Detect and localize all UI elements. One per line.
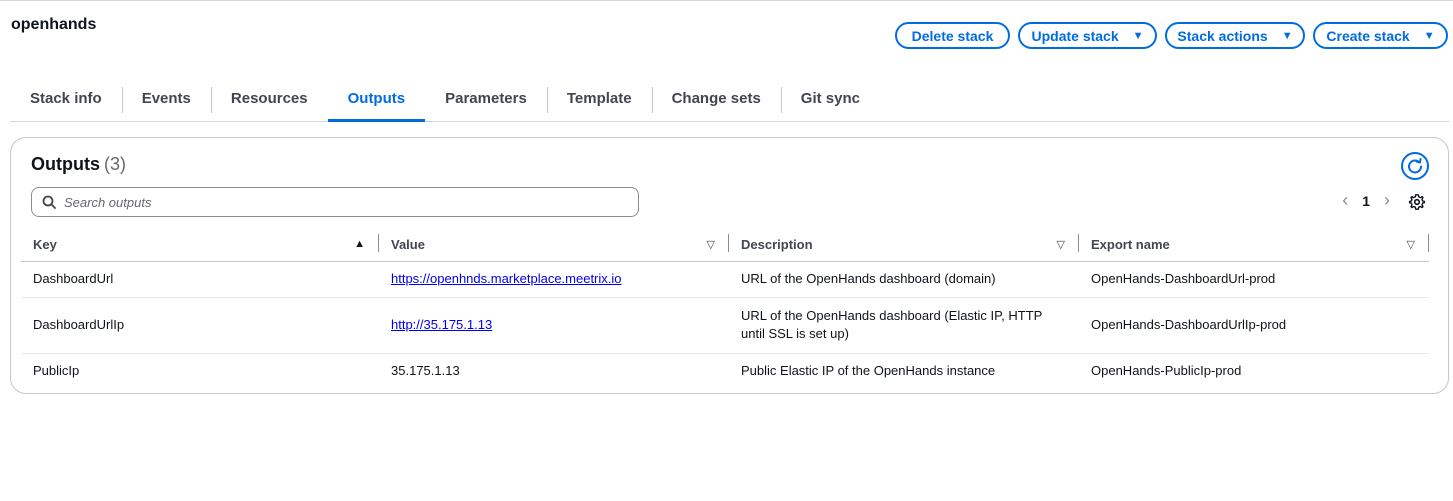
tab-git-sync[interactable]: Git sync xyxy=(780,84,880,121)
tab-stack-info[interactable]: Stack info xyxy=(10,84,122,121)
column-header-description[interactable]: Description ▽ xyxy=(729,228,1079,262)
refresh-icon xyxy=(1408,158,1422,174)
stack-tabs: Stack info Events Resources Outputs Para… xyxy=(10,84,1449,122)
output-key: DashboardUrl xyxy=(21,261,379,298)
delete-stack-label: Delete stack xyxy=(911,27,994,44)
output-description: URL of the OpenHands dashboard (Elastic … xyxy=(729,297,1079,354)
stack-title: openhands xyxy=(11,16,97,33)
column-header-export-name[interactable]: Export name ▽ xyxy=(1079,228,1429,262)
stack-actions-label: Stack actions xyxy=(1177,27,1268,44)
tab-template[interactable]: Template xyxy=(546,84,652,121)
tab-change-sets[interactable]: Change sets xyxy=(651,84,781,121)
table-row: DashboardUrlIp http://35.175.1.13 URL of… xyxy=(21,297,1429,354)
output-value-link[interactable]: https://openhnds.marketplace.meetrix.io xyxy=(391,271,622,286)
output-export-name: OpenHands-DashboardUrl-prod xyxy=(1079,261,1429,298)
table-row: DashboardUrl https://openhnds.marketplac… xyxy=(21,261,1429,298)
outputs-table: Key ▲ Value ▽ Description ▽ Export name ▽ Da… xyxy=(21,228,1429,389)
output-description: URL of the OpenHands dashboard (domain) xyxy=(729,261,1079,298)
next-page-icon[interactable]: › xyxy=(1384,190,1390,211)
column-value-label: Value xyxy=(391,236,425,252)
tab-outputs[interactable]: Outputs xyxy=(327,84,426,122)
current-page[interactable]: 1 xyxy=(1362,193,1370,209)
caret-down-icon: ▼ xyxy=(1281,29,1293,42)
outputs-title-text: Outputs xyxy=(31,154,100,174)
top-border xyxy=(0,0,1453,1)
sort-icon[interactable]: ▽ xyxy=(1057,238,1065,251)
gear-icon[interactable] xyxy=(1408,193,1426,211)
tab-events[interactable]: Events xyxy=(121,84,211,121)
sort-icon[interactable]: ▽ xyxy=(1407,238,1415,251)
stack-actions-button[interactable]: Stack actions ▼ xyxy=(1165,22,1305,49)
output-key: DashboardUrlIp xyxy=(21,297,379,354)
output-value: 35.175.1.13 xyxy=(391,363,460,379)
tab-parameters[interactable]: Parameters xyxy=(425,84,547,121)
output-value-cell: https://openhnds.marketplace.meetrix.io xyxy=(379,261,729,298)
sort-icon[interactable]: ▽ xyxy=(707,238,715,251)
column-key-label: Key xyxy=(33,236,57,252)
pagination: ‹ 1 › xyxy=(1342,190,1390,211)
output-key: PublicIp xyxy=(33,363,80,379)
stack-actions-bar: Delete stack Update stack ▼ Stack actions… xyxy=(895,22,1448,49)
column-description-label: Description xyxy=(741,236,813,252)
column-export-label: Export name xyxy=(1091,236,1170,252)
column-divider xyxy=(1428,234,1429,252)
output-value-link[interactable]: http://35.175.1.13 xyxy=(391,317,492,332)
column-header-key[interactable]: Key ▲ xyxy=(21,228,379,262)
update-stack-label: Update stack xyxy=(1031,27,1119,44)
output-export-name: OpenHands-DashboardUrlIp-prod xyxy=(1079,297,1429,354)
table-row: PublicIp 35.175.1.13 Public Elastic IP o… xyxy=(21,353,1429,389)
sort-ascending-icon[interactable]: ▲ xyxy=(354,238,365,250)
search-outputs-field[interactable] xyxy=(31,187,639,217)
previous-page-icon[interactable]: ‹ xyxy=(1342,190,1348,211)
output-export-name: OpenHands-PublicIp-prod xyxy=(1091,363,1242,379)
search-icon xyxy=(42,195,56,209)
create-stack-button[interactable]: Create stack ▼ xyxy=(1313,22,1448,49)
update-stack-button[interactable]: Update stack ▼ xyxy=(1018,22,1157,49)
outputs-title: Outputs (3) xyxy=(31,154,126,175)
tab-resources[interactable]: Resources xyxy=(210,84,328,121)
delete-stack-button[interactable]: Delete stack xyxy=(895,22,1010,49)
output-value-cell: http://35.175.1.13 xyxy=(379,297,729,354)
outputs-panel: Outputs(3) ‹ 1 › Key ▲ Value ▽ Description… xyxy=(10,137,1449,394)
create-stack-label: Create stack xyxy=(1326,27,1410,44)
output-description: Public Elastic IP of the OpenHands insta… xyxy=(741,363,996,379)
search-outputs-input[interactable] xyxy=(64,194,604,210)
column-header-value[interactable]: Value ▽ xyxy=(379,228,729,262)
refresh-button[interactable] xyxy=(1401,152,1429,180)
caret-down-icon: ▼ xyxy=(1423,29,1435,42)
outputs-count: (3) xyxy=(104,154,126,174)
caret-down-icon: ▼ xyxy=(1132,29,1144,42)
